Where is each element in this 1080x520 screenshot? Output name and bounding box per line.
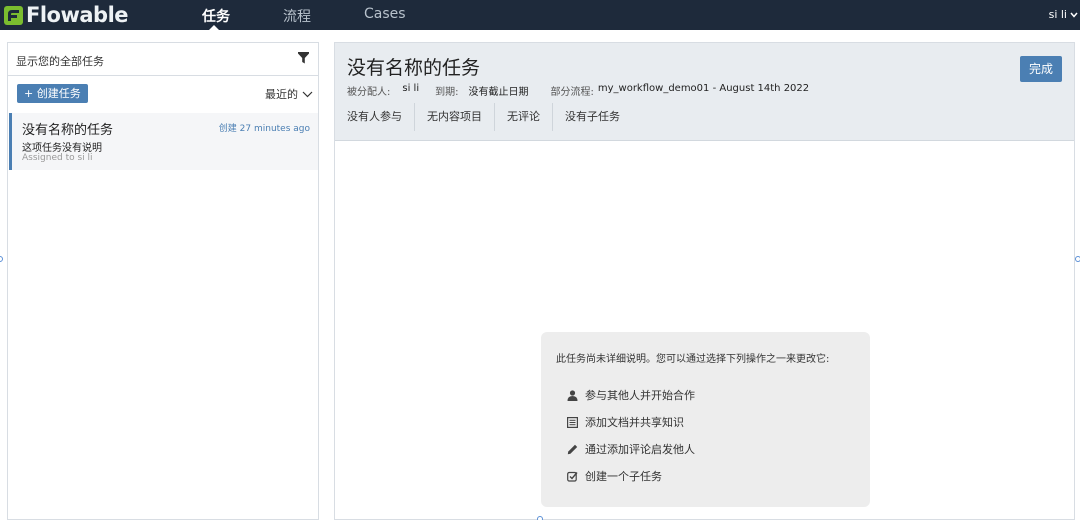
assignee-value[interactable]: si li xyxy=(402,83,419,98)
user-menu[interactable]: si li xyxy=(1049,8,1078,21)
sort-dropdown[interactable]: 最近的 xyxy=(265,86,313,102)
task-detail-header: 没有名称的任务 完成 被分配人: si li 到期: 没有截止日期 部分流程: … xyxy=(335,43,1074,141)
involve-people-label: 参与其他人并开始合作 xyxy=(585,389,695,402)
checkbox-icon xyxy=(567,471,578,482)
task-list-item[interactable]: 没有名称的任务 创建 27 minutes ago 这项任务没有说明 Assig… xyxy=(9,113,318,170)
add-document-label: 添加文档并共享知识 xyxy=(585,416,684,429)
nav-tab-tasks[interactable]: 任务 xyxy=(202,6,230,26)
task-item-description: 这项任务没有说明 xyxy=(22,143,102,154)
person-icon xyxy=(567,389,578,401)
task-filter-bar[interactable]: 显示您的全部任务 xyxy=(8,43,318,76)
process-label: 部分流程: xyxy=(550,87,594,98)
add-comment-label: 通过添加评论启发他人 xyxy=(585,443,695,456)
resize-handle-bottom[interactable] xyxy=(537,516,543,520)
empty-state-intro: 此任务尚未详细说明。您可以通过选择下列操作之一来更改它: xyxy=(556,354,830,365)
task-detail-panel: 没有名称的任务 完成 被分配人: si li 到期: 没有截止日期 部分流程: … xyxy=(334,42,1075,520)
filter-label: 显示您的全部任务 xyxy=(16,55,104,68)
task-detail-title[interactable]: 没有名称的任务 xyxy=(347,53,480,80)
empty-state-box: 此任务尚未详细说明。您可以通过选择下列操作之一来更改它: 参与其他人并开始合作 … xyxy=(541,332,870,507)
tab-people[interactable]: 没有人参与 xyxy=(335,103,415,131)
pencil-icon xyxy=(567,444,578,454)
tab-content[interactable]: 无内容项目 xyxy=(415,103,495,131)
complete-task-button[interactable]: 完成 xyxy=(1020,56,1062,82)
resize-handle-right[interactable] xyxy=(1075,256,1080,262)
create-task-button[interactable]: + 创建任务 xyxy=(17,84,88,103)
create-subtask-action[interactable]: 创建一个子任务 xyxy=(567,468,662,484)
active-tab-indicator xyxy=(208,25,220,31)
flowable-logo[interactable]: Flowable xyxy=(4,3,129,27)
assignee-label: 被分配人: xyxy=(347,87,391,98)
sort-label: 最近的 xyxy=(265,88,298,101)
add-comment-action[interactable]: 通过添加评论启发他人 xyxy=(567,441,695,457)
task-sub-tabs: 没有人参与 无内容项目 无评论 没有子任务 xyxy=(335,103,632,131)
resize-handle-left[interactable] xyxy=(0,256,3,262)
logo-mark-icon xyxy=(4,5,23,25)
create-subtask-label: 创建一个子任务 xyxy=(585,470,662,483)
document-icon xyxy=(567,416,578,428)
task-list-panel: 显示您的全部任务 + 创建任务 最近的 没有名称的任务 创建 27 minute… xyxy=(7,42,319,520)
chevron-down-icon xyxy=(302,91,313,97)
task-item-created: 创建 27 minutes ago xyxy=(218,124,310,134)
process-link[interactable]: my_workflow_demo01 - August 14th 2022 xyxy=(598,83,809,98)
chevron-down-icon xyxy=(1070,12,1078,18)
due-date-label: 到期: xyxy=(435,87,459,98)
user-name: si li xyxy=(1048,8,1067,21)
involve-people-action[interactable]: 参与其他人并开始合作 xyxy=(567,387,695,403)
nav-tab-processes[interactable]: 流程 xyxy=(283,6,311,26)
tab-comments[interactable]: 无评论 xyxy=(495,103,553,131)
task-item-title: 没有名称的任务 xyxy=(22,123,114,138)
nav-tab-cases[interactable]: Cases xyxy=(364,6,406,22)
top-navbar: Flowable 任务 流程 Cases si li xyxy=(0,0,1080,31)
add-document-action[interactable]: 添加文档并共享知识 xyxy=(567,414,684,430)
task-item-assignee: Assigned to si li xyxy=(22,153,93,163)
tab-subtasks[interactable]: 没有子任务 xyxy=(553,103,632,131)
due-date-value[interactable]: 没有截止日期 xyxy=(468,83,528,98)
task-meta-row: 被分配人: si li 到期: 没有截止日期 部分流程: my_workflow… xyxy=(347,83,809,98)
logo-text: Flowable xyxy=(26,3,129,27)
filter-icon[interactable] xyxy=(298,52,309,64)
